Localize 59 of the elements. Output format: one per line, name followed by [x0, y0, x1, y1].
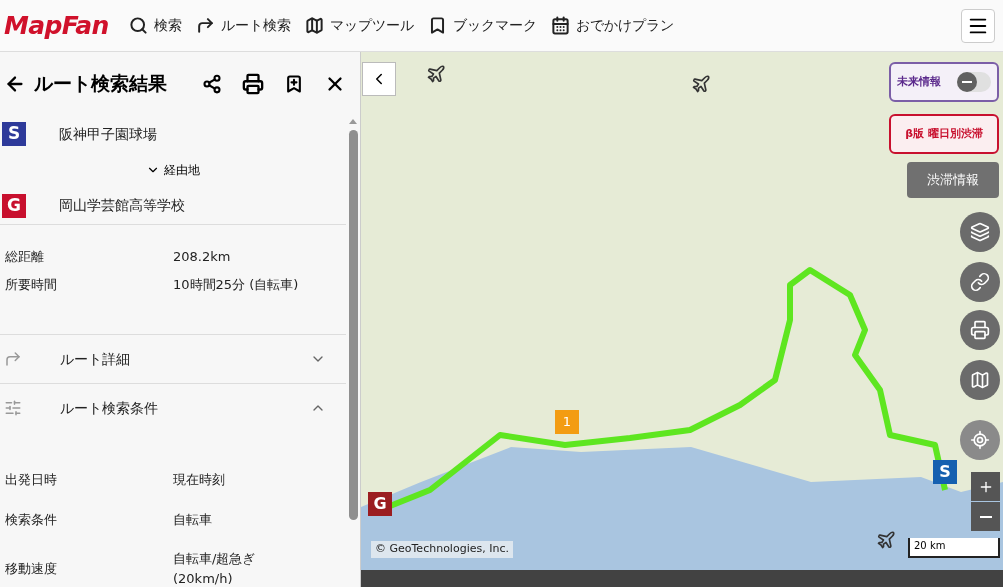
panel-title: ルート検索結果	[34, 71, 167, 97]
map-tool-button[interactable]	[960, 212, 1000, 252]
airport-icon	[428, 66, 444, 82]
bookmark-add-icon[interactable]	[284, 73, 304, 94]
copyright-text: © GeoTechnologies, Inc.	[371, 541, 513, 558]
accordion-header[interactable]: ルート詳細	[0, 335, 346, 383]
field-label: 出発日時	[5, 471, 58, 489]
field-label: 検索条件	[5, 510, 58, 529]
traffic-info-button[interactable]: 渋滞情報	[907, 162, 999, 198]
start-pin[interactable]: S	[933, 460, 957, 484]
field-value: 現在時刻	[173, 471, 225, 489]
turn-arrow-icon	[195, 16, 215, 35]
start-place: 阪神甲子園球場	[59, 124, 157, 144]
calendar-icon	[550, 16, 570, 35]
airport-icon	[693, 76, 709, 92]
print-icon[interactable]	[242, 72, 264, 95]
waypoint-toggle[interactable]: 経由地	[146, 153, 200, 187]
zoom-in-button[interactable]	[971, 472, 1000, 501]
goal-badge: G	[2, 193, 26, 218]
weekday-traffic-button[interactable]: β版 曜日別渋滞	[889, 114, 999, 154]
nav-link[interactable]: おでかけプラン	[550, 15, 674, 36]
sliders-icon	[4, 399, 22, 417]
share-icon[interactable]	[202, 73, 222, 94]
locate-button[interactable]	[960, 420, 1000, 460]
nav-link[interactable]: マップツール	[304, 15, 414, 36]
field-value: 自転車	[173, 510, 212, 529]
map-area[interactable]: 未来情報 β版 曜日別渋滞 渋滞情報 1 S G © GeoTechnologies, Inc. 20 km	[361, 52, 1003, 570]
field-label: 総距離	[5, 248, 45, 266]
zoom-out-button[interactable]	[971, 502, 1000, 531]
field-label: 所要時間	[5, 275, 58, 294]
scale-bar: 20 km	[908, 538, 1000, 558]
future-info-toggle[interactable]: 未来情報	[889, 62, 999, 102]
map-icon	[304, 16, 324, 35]
goal-place: 岡山学芸館高等学校	[59, 196, 185, 215]
accordion-header[interactable]: ルート検索条件	[0, 384, 346, 432]
map-tool-button[interactable]	[960, 360, 1000, 400]
nav-link[interactable]: ブックマーク	[427, 15, 537, 36]
field-label: 移動速度	[5, 559, 58, 578]
goal-pin[interactable]: G	[368, 492, 392, 516]
menu-button[interactable]	[961, 8, 995, 43]
link-icon	[970, 272, 990, 292]
map-tool-button[interactable]	[960, 310, 1000, 350]
nav-link[interactable]: 検索	[128, 15, 182, 36]
airport-icon	[878, 532, 894, 548]
field-value: 208.2km	[173, 248, 231, 266]
minus-icon	[979, 515, 992, 518]
map-icon	[970, 370, 990, 390]
nav-link[interactable]: ルート検索	[195, 15, 291, 36]
logo[interactable]: MapFan	[4, 13, 109, 38]
print-icon	[970, 320, 990, 340]
layers-icon	[970, 222, 990, 242]
toggle-switch[interactable]	[957, 72, 991, 92]
search-icon	[128, 16, 148, 35]
locate-icon	[970, 430, 990, 450]
turn-arrow-icon	[4, 350, 22, 368]
start-badge: S	[2, 122, 26, 146]
field-value: 自転車/超急ぎ (20km/h)	[173, 550, 256, 587]
map-tool-button[interactable]	[960, 262, 1000, 302]
field-value: 10時間25分 (自転車)	[173, 275, 299, 294]
